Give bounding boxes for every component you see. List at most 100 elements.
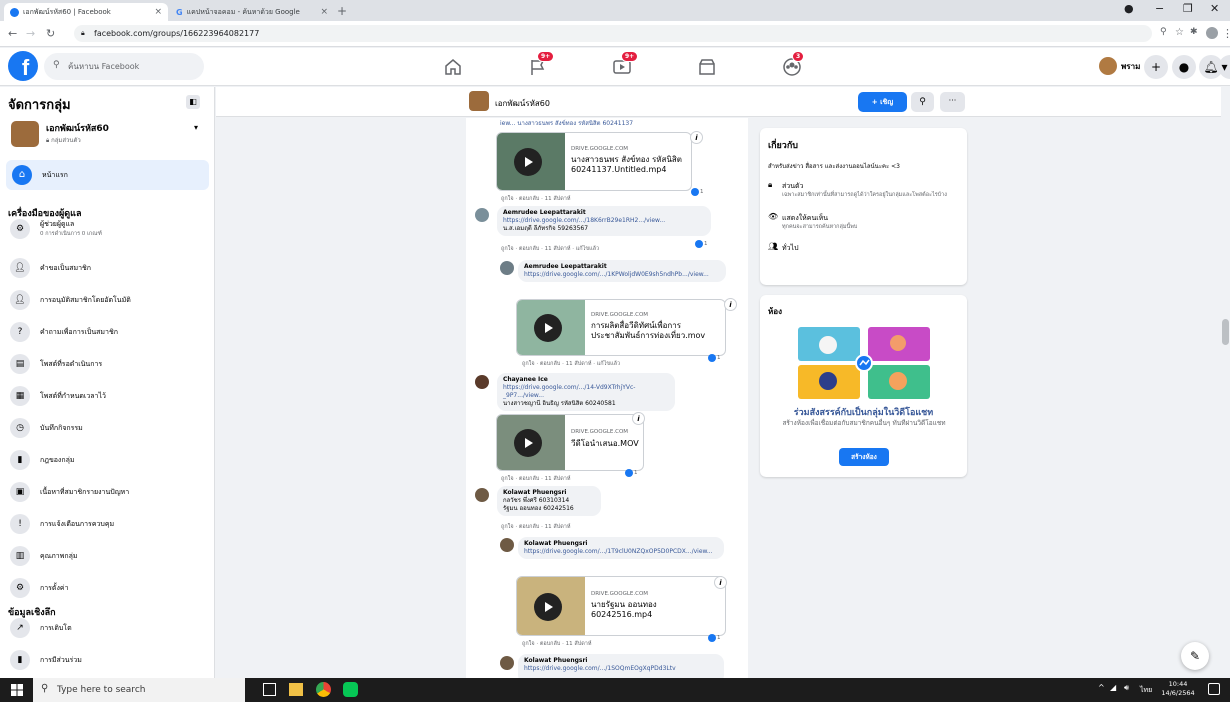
messenger-icon[interactable]: ● <box>1172 55 1196 79</box>
new-tab-button[interactable]: + <box>337 4 347 18</box>
play-icon <box>514 429 542 457</box>
watch-video-icon[interactable]: 9+ <box>612 51 639 77</box>
sidebar-item-membership-questions[interactable]: ? คำถามเพื่อการเป็นสมาชิก <box>10 322 118 342</box>
taskbar-search-input[interactable]: ⚲ Type here to search <box>33 678 245 702</box>
reaction-count[interactable]: 1 <box>695 240 708 248</box>
create-room-button[interactable]: สร้างห้อง <box>839 448 889 466</box>
comment-link[interactable]: https://drive.google.com/.../14-Vd9XTrhj… <box>503 384 669 400</box>
sidebar-item-group-rules[interactable]: ▮ กฎของกลุ่ม <box>10 450 75 470</box>
close-tab-icon[interactable]: × <box>320 7 328 17</box>
play-icon <box>514 148 542 176</box>
home-icon[interactable] <box>443 57 463 77</box>
back-icon[interactable]: ← <box>8 27 17 40</box>
info-icon[interactable]: i <box>632 412 645 425</box>
sidebar-item-growth[interactable]: ↗ การเติบโต <box>10 618 72 638</box>
chrome-icon[interactable] <box>316 682 331 697</box>
profile-shortcut[interactable]: พราม <box>1099 57 1140 75</box>
avatar[interactable] <box>475 208 489 222</box>
tab-google-search[interactable]: G แคปหน้าจอคอม - ค้นหาด้วย Google × <box>170 3 334 21</box>
commenter-name[interactable]: Kolawat Phuengsri <box>524 540 718 548</box>
create-plus-icon[interactable]: + <box>1144 55 1168 79</box>
search-icon[interactable]: ⚲ <box>911 92 934 112</box>
link-preview[interactable]: DRIVE.GOOGLE.COM การผลิตสื่อวีดิทัศน์เพื… <box>516 299 726 356</box>
collapse-sidebar-icon[interactable]: ◧ <box>186 95 200 109</box>
marketplace-icon[interactable] <box>697 57 717 77</box>
facebook-search-input[interactable]: ⚲ ค้นหาบน Facebook <box>44 53 204 80</box>
sidebar-item-moderation-alerts[interactable]: ! การแจ้งเตือนการควบคุม <box>10 514 114 534</box>
comment-link[interactable]: https://drive.google.com/.../18K6rrB29e1… <box>503 217 705 225</box>
avatar[interactable] <box>475 488 489 502</box>
system-tray-chevron-icon[interactable]: ^ <box>1098 683 1105 692</box>
commenter-name[interactable]: Kolawat Phuengsri <box>524 657 718 665</box>
comment-link[interactable]: https://drive.google.com/.../1KPWoljdW0E… <box>524 271 720 279</box>
reload-icon[interactable]: ↻ <box>46 27 55 40</box>
url-field[interactable]: 🔒︎ facebook.com/groups/166223964082177 <box>74 25 1152 42</box>
input-language[interactable]: ไทย <box>1140 685 1152 696</box>
sidebar-item-scheduled-posts[interactable]: ▦ โพสต์ที่กำหนดเวลาไว้ <box>10 386 106 406</box>
line-app-icon[interactable] <box>343 682 358 697</box>
menu-kebab-icon[interactable]: ⋮ <box>1222 27 1230 40</box>
groups-icon[interactable]: 3 <box>782 51 805 77</box>
sidebar-item-pending-posts[interactable]: ▤ โพสต์ที่รอดำเนินการ <box>10 354 102 374</box>
windows-start-icon[interactable] <box>11 684 23 696</box>
link-preview[interactable]: DRIVE.GOOGLE.COM นายรัฐมน ออนทอง 6024251… <box>516 576 726 636</box>
avatar[interactable] <box>500 656 514 670</box>
pages-flag-icon[interactable]: 9+ <box>528 51 555 77</box>
reaction-count[interactable]: 1 <box>708 634 721 642</box>
info-icon[interactable]: i <box>690 131 703 144</box>
reaction-count[interactable]: 1 <box>708 354 721 362</box>
commenter-name[interactable]: Aemrudee Leepattarakit <box>524 263 720 271</box>
comment-link[interactable]: https://drive.google.com/.../1T9clU0NZQx… <box>524 548 718 556</box>
minimize-icon[interactable]: − <box>1155 2 1164 15</box>
commenter-name[interactable]: Aemrudee Leepattarakit <box>503 209 705 217</box>
tab-facebook[interactable]: เอกพัฒน์รหัส60 | Facebook × <box>4 3 168 21</box>
info-icon[interactable]: i <box>724 298 737 311</box>
reaction-count[interactable]: 1 <box>691 188 704 196</box>
sidebar-item-auto-approve[interactable]: 👤︎ การอนุมัติสมาชิกโดยอัตโนมัติ <box>10 290 131 310</box>
zoom-icon[interactable]: ⚲ <box>1160 27 1167 37</box>
volume-icon[interactable]: 🔊︎ <box>1124 683 1129 693</box>
group-name[interactable]: เอกพัฒน์รหัส60 <box>495 97 550 110</box>
group-switcher[interactable]: เอกพัฒน์รหัส60 🔒︎ กลุ่มส่วนตัว ▾ <box>8 118 208 151</box>
commenter-name[interactable]: Kolawat Phuengsri <box>503 489 595 497</box>
page-scrollbar[interactable] <box>1221 87 1230 678</box>
info-icon[interactable]: i <box>714 576 727 589</box>
profile-dot-icon[interactable]: ● <box>1124 2 1134 15</box>
sidebar-item-member-requests[interactable]: 👤︎ คำขอเป็นสมาชิก <box>10 258 91 278</box>
profile-avatar-icon[interactable] <box>1206 27 1218 39</box>
avatar[interactable] <box>475 375 489 389</box>
avatar[interactable] <box>500 261 514 275</box>
sidebar-item-activity-log[interactable]: ◷ บันทึกกิจกรรม <box>10 418 83 438</box>
network-icon[interactable]: ◢ <box>1110 683 1116 692</box>
taskbar-clock[interactable]: 10:44 14/6/2564 <box>1160 680 1196 698</box>
scrollbar-thumb[interactable] <box>1222 319 1229 345</box>
facebook-logo-icon[interactable]: f <box>8 51 38 81</box>
forward-icon[interactable]: → <box>26 27 35 40</box>
sidebar-item-settings[interactable]: ⚙ การตั้งค่า <box>10 578 69 598</box>
sidebar-item-engagement[interactable]: ▮ การมีส่วนร่วม <box>10 650 82 670</box>
extensions-icon[interactable]: ✱ <box>1190 27 1198 37</box>
link-preview[interactable]: DRIVE.GOOGLE.COM นางสาวธนพร สังข์ทอง รหั… <box>496 132 692 191</box>
bookmark-star-icon[interactable]: ☆ <box>1175 27 1184 38</box>
link-preview[interactable]: DRIVE.GOOGLE.COM วีดีโอนำเสนอ.MOV <box>496 414 644 471</box>
account-menu-icon[interactable]: ▾ <box>1219 55 1230 79</box>
link-domain: DRIVE.GOOGLE.COM <box>591 591 649 597</box>
comment-link[interactable]: https://drive.google.com/.../1SOQmEOgXqP… <box>524 665 718 673</box>
more-button[interactable]: ··· <box>940 92 965 112</box>
invite-button[interactable]: + เชิญ <box>858 92 907 112</box>
file-explorer-icon[interactable] <box>289 683 303 696</box>
reaction-count[interactable]: 1 <box>625 469 638 477</box>
commenter-name[interactable]: Chayanee Ice <box>503 376 669 384</box>
close-tab-icon[interactable]: × <box>154 7 162 17</box>
close-window-icon[interactable]: ✕ <box>1210 2 1219 15</box>
sidebar-item-group-quality[interactable]: ▥ คุณภาพกลุ่ม <box>10 546 77 566</box>
new-message-edit-icon[interactable]: ✎ <box>1181 642 1209 670</box>
notification-center-icon[interactable] <box>1208 683 1220 695</box>
restore-icon[interactable]: ❐ <box>1183 2 1193 15</box>
sidebar-item-admin-assist[interactable]: ⚙ ผู้ช่วยผู้ดูแล 0 การดำเนินการ 0 เกณฑ์ <box>10 219 102 239</box>
sidebar-item-label: เนื้อหาที่สมาชิกรายงานปัญหา <box>40 487 130 496</box>
task-view-icon[interactable] <box>263 683 276 696</box>
avatar[interactable] <box>500 538 514 552</box>
sidebar-item-home[interactable]: ⌂ หน้าแรก <box>6 160 209 190</box>
sidebar-item-reported-content[interactable]: ▣ เนื้อหาที่สมาชิกรายงานปัญหา <box>10 482 129 502</box>
